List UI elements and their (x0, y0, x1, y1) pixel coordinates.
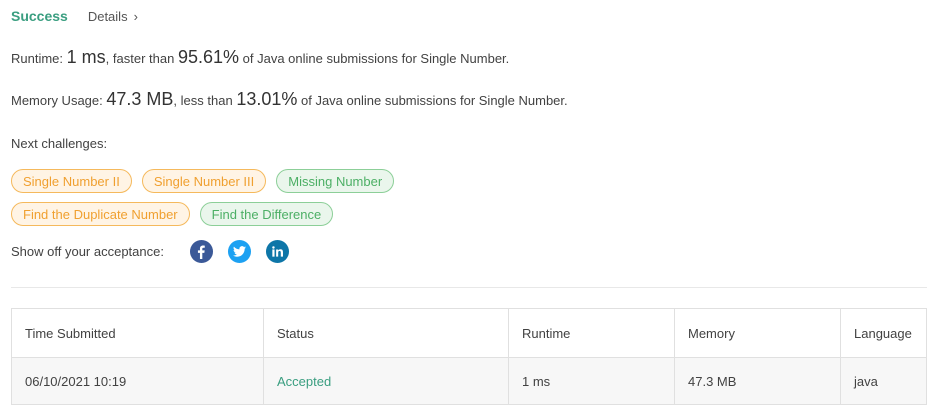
details-link[interactable]: Details › (88, 9, 138, 24)
memory-label: Memory Usage: (11, 93, 103, 108)
twitter-icon[interactable] (227, 240, 251, 263)
runtime-value: 1 ms (66, 47, 106, 67)
challenge-tag-missing-number[interactable]: Missing Number (276, 169, 395, 193)
facebook-icon[interactable] (189, 240, 213, 263)
runtime-percent: 95.61% (177, 47, 240, 67)
memory-percent: 13.01% (236, 89, 298, 109)
column-header-time: Time Submitted (11, 308, 264, 358)
details-label: Details (87, 8, 128, 24)
result-status: Success (11, 8, 68, 24)
next-challenges-row: Single Number II Single Number III Missi… (11, 169, 395, 193)
section-divider (11, 287, 927, 288)
column-header-language: Language (840, 308, 927, 358)
challenge-tag-single-number-iii[interactable]: Single Number III (141, 169, 267, 193)
accepted-status-link[interactable]: Accepted (277, 374, 331, 389)
linkedin-icon[interactable] (265, 240, 289, 263)
next-challenges-label: Next challenges: (11, 136, 108, 151)
result-header: Success Details › (11, 6, 138, 26)
cell-language: java (840, 357, 927, 405)
memory-value: 47.3 MB (106, 89, 174, 109)
next-challenges-row: Find the Duplicate Number Find the Diffe… (11, 202, 334, 226)
runtime-suffix: of Java online submissions for Single Nu… (242, 51, 510, 66)
cell-time-submitted: 06/10/2021 10:19 (11, 357, 264, 405)
runtime-label: Runtime: (11, 51, 64, 66)
runtime-comparison: , faster than (105, 51, 175, 66)
submissions-table: Time Submitted Status Runtime Memory Lan… (11, 308, 927, 405)
cell-memory: 47.3 MB (674, 357, 841, 405)
challenge-tag-single-number-ii[interactable]: Single Number II (11, 169, 132, 193)
cell-status: Accepted (263, 357, 509, 405)
memory-comparison: , less than (173, 93, 233, 108)
memory-suffix: of Java online submissions for Single Nu… (301, 93, 568, 108)
memory-summary: Memory Usage: 47.3 MB, less than 13.01% … (11, 89, 568, 110)
challenge-tag-find-duplicate-number[interactable]: Find the Duplicate Number (11, 202, 190, 226)
share-acceptance: Show off your acceptance: (11, 240, 304, 263)
column-header-status: Status (263, 308, 509, 358)
challenge-tag-find-the-difference[interactable]: Find the Difference (199, 202, 334, 226)
table-header-row: Time Submitted Status Runtime Memory Lan… (11, 308, 927, 358)
share-label: Show off your acceptance: (11, 244, 164, 259)
chevron-right-icon: › (133, 8, 138, 24)
cell-runtime: 1 ms (508, 357, 675, 405)
column-header-runtime: Runtime (508, 308, 675, 358)
submission-result-page: Success Details › Runtime: 1 ms, faster … (0, 0, 936, 413)
table-row: 06/10/2021 10:19 Accepted 1 ms 47.3 MB j… (11, 357, 927, 405)
column-header-memory: Memory (674, 308, 841, 358)
runtime-summary: Runtime: 1 ms, faster than 95.61% of Jav… (11, 47, 509, 68)
